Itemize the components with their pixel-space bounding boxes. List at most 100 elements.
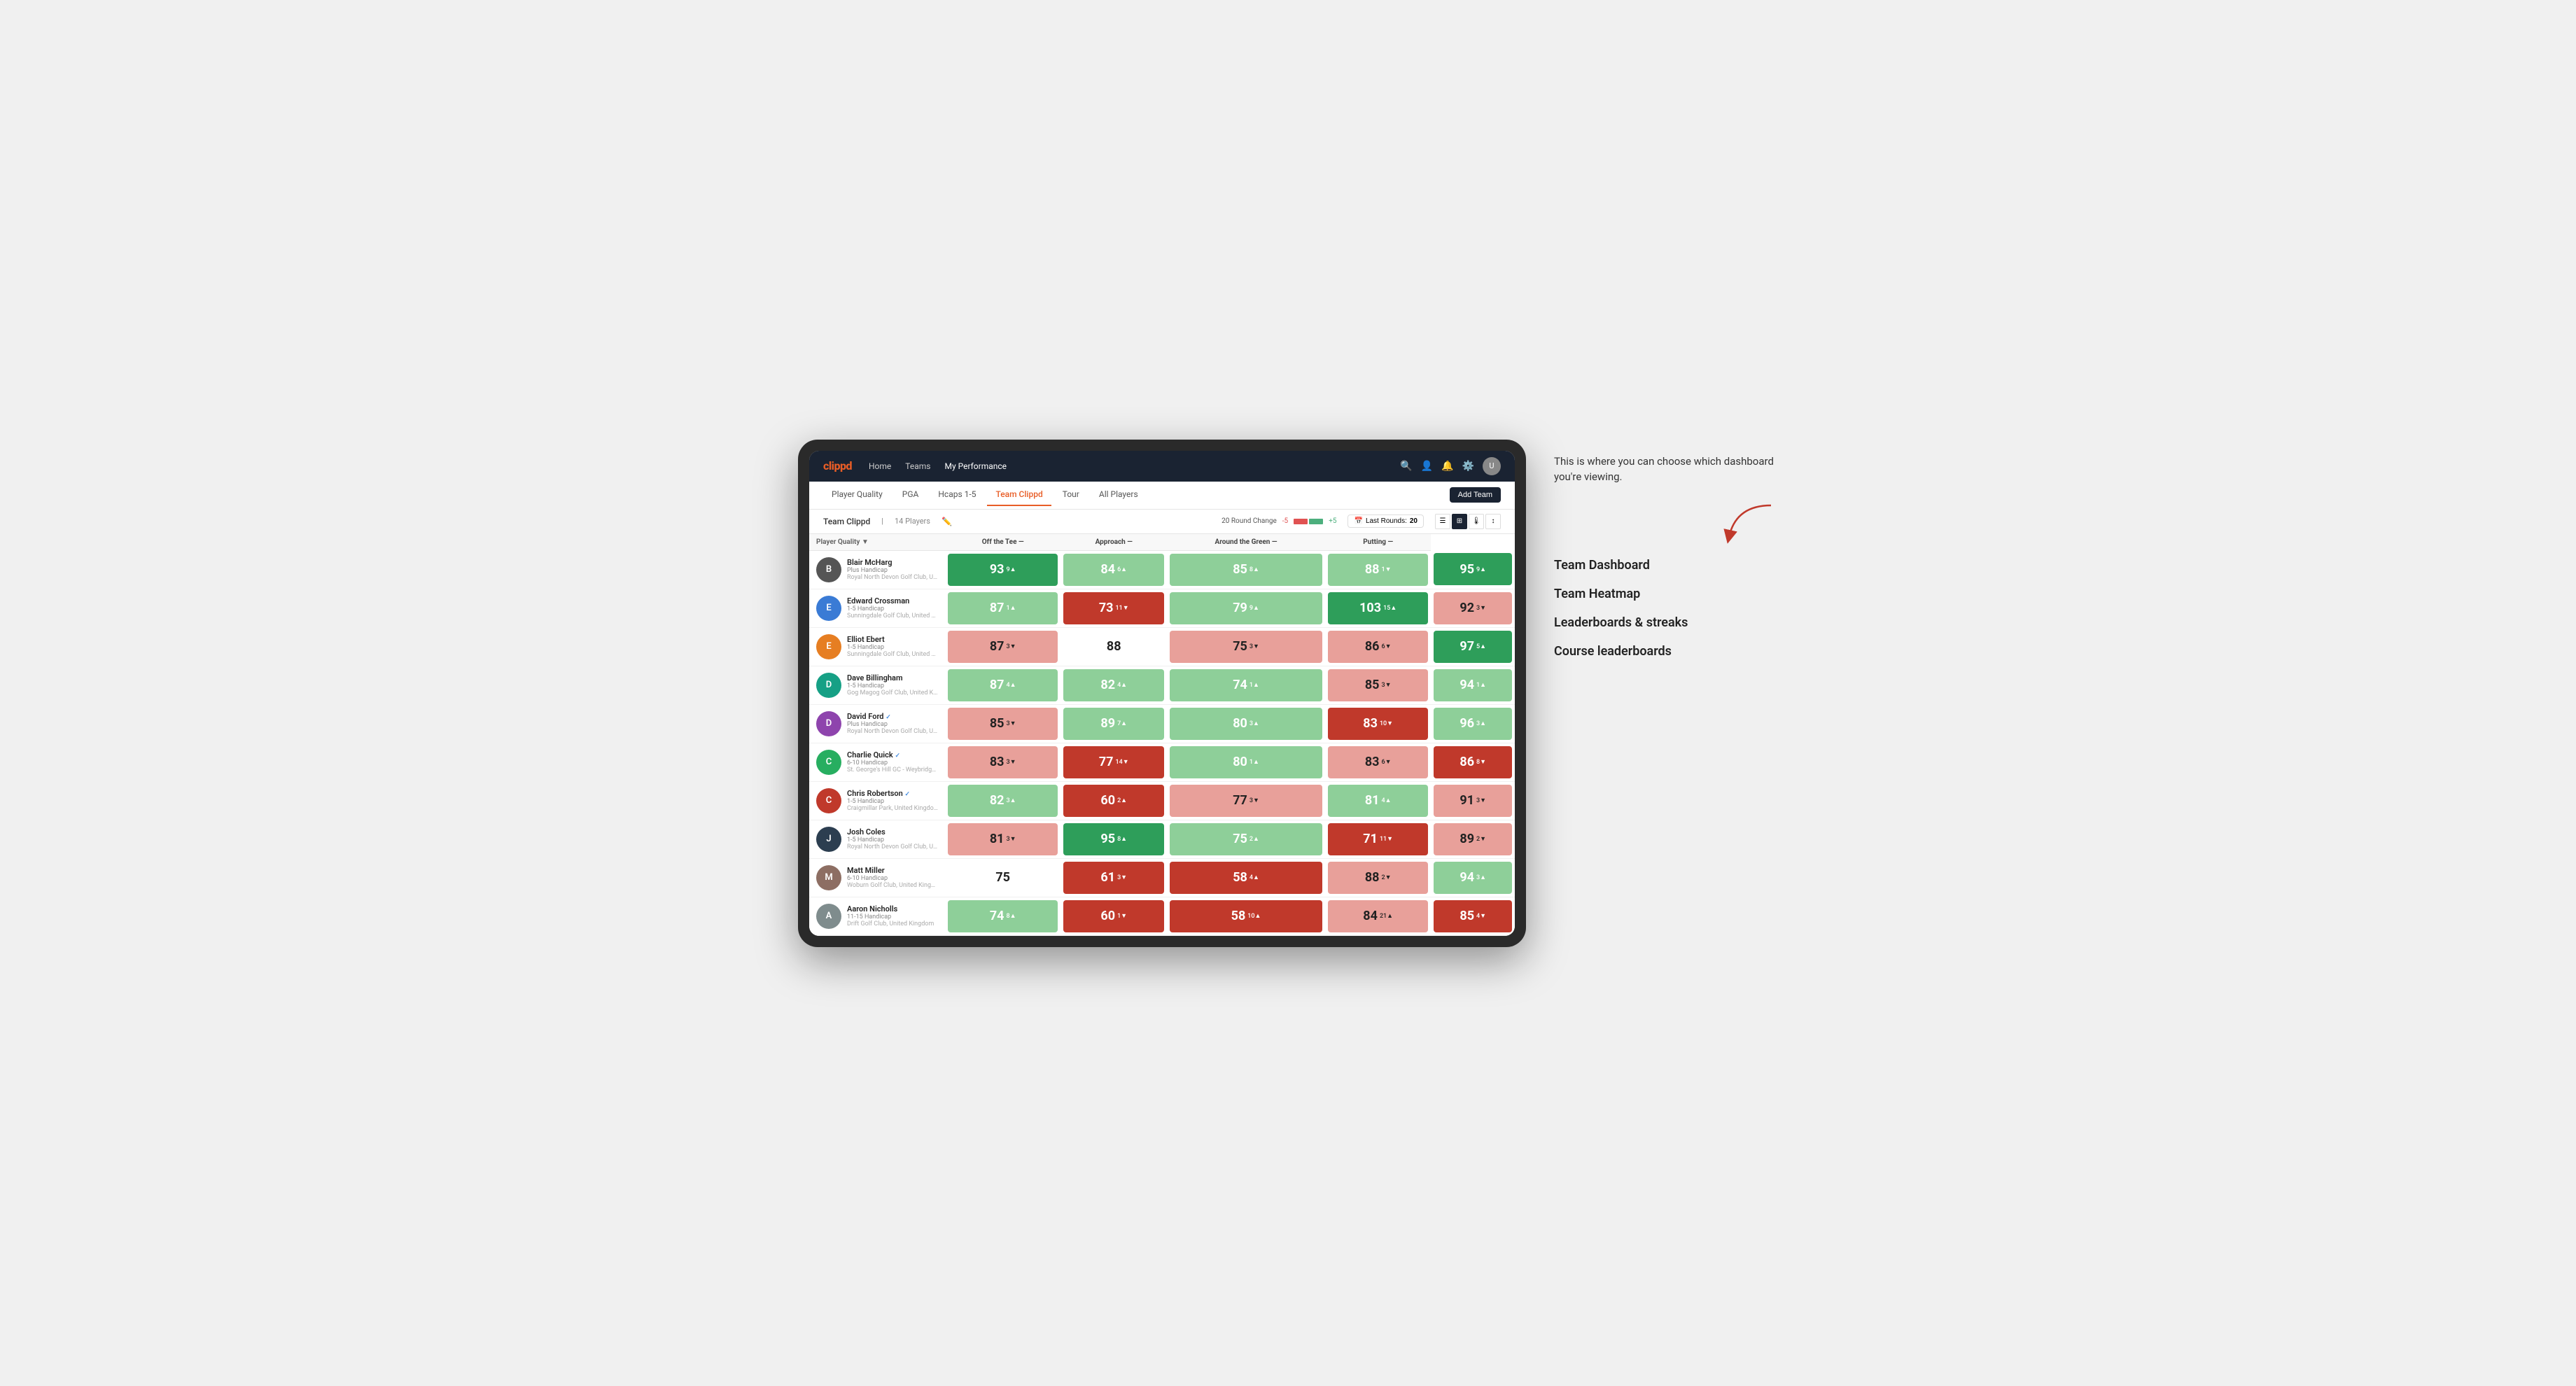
player-handicap: 1-5 Handicap (847, 798, 938, 805)
score-box: 86 8▼ (1434, 746, 1512, 778)
search-icon[interactable]: 🔍 (1400, 461, 1412, 472)
table-row[interactable]: D Dave Billingham 1-5 Handicap Gog Magog… (809, 666, 1515, 704)
player-club: Drift Golf Club, United Kingdom (847, 920, 934, 927)
score-cell-off-tee: 61 3▼ (1060, 858, 1167, 897)
score-box: 88 2▼ (1328, 862, 1429, 894)
tab-team-clippd[interactable]: Team Clippd (987, 484, 1051, 506)
tab-pga[interactable]: PGA (894, 484, 927, 506)
score-cell-approach: 80 3▲ (1167, 704, 1325, 743)
nav-link-teams[interactable]: Teams (905, 458, 930, 474)
score-value: 92 (1460, 601, 1474, 615)
score-value: 77 (1233, 793, 1247, 808)
score-cell-approach: 85 8▲ (1167, 550, 1325, 589)
tab-hcaps[interactable]: Hcaps 1-5 (930, 484, 984, 506)
nav-link-performance[interactable]: My Performance (944, 458, 1007, 474)
calendar-icon: 📅 (1354, 517, 1362, 525)
view-sort-button[interactable]: ↕ (1485, 514, 1501, 529)
score-box: 97 5▲ (1434, 631, 1512, 663)
score-cell-putting: 94 1▲ (1431, 666, 1515, 704)
col-around-green: Around the Green — (1167, 534, 1325, 551)
score-change: 3▼ (1381, 681, 1391, 689)
score-change: 2▼ (1381, 874, 1391, 881)
score-cell-player-quality: 81 3▼ (945, 820, 1060, 858)
score-cell-player-quality: 87 4▲ (945, 666, 1060, 704)
user-avatar[interactable]: U (1483, 457, 1501, 475)
player-avatar: C (816, 788, 841, 813)
score-box: 95 9▲ (1434, 553, 1512, 585)
table-row[interactable]: B Blair McHarg Plus Handicap Royal North… (809, 550, 1515, 589)
col-putting: Putting — (1325, 534, 1432, 551)
view-grid-button[interactable]: ⊞ (1452, 514, 1467, 529)
score-value: 83 (1365, 755, 1380, 769)
score-value: 89 (1460, 832, 1474, 846)
score-value: 74 (990, 909, 1004, 923)
score-value: 87 (990, 639, 1004, 654)
score-box: 61 3▼ (1063, 862, 1164, 894)
score-cell-around-green: 103 15▲ (1325, 589, 1432, 627)
player-name: Edward Crossman (847, 596, 938, 606)
table-row[interactable]: E Elliot Ebert 1-5 Handicap Sunningdale … (809, 627, 1515, 666)
score-cell-approach: 77 3▼ (1167, 781, 1325, 820)
score-cell-putting: 95 9▲ (1431, 550, 1515, 589)
score-change: 2▲ (1250, 835, 1259, 843)
score-cell-putting: 85 4▼ (1431, 897, 1515, 935)
table-row[interactable]: A Aaron Nicholls 11-15 Handicap Drift Go… (809, 897, 1515, 935)
player-club: Royal North Devon Golf Club, United King… (847, 574, 938, 581)
score-box: 84 6▲ (1063, 554, 1164, 586)
score-box: 75 3▼ (1170, 631, 1322, 663)
player-cell-6: C Chris Robertson ✓ 1-5 Handicap Craigmi… (809, 781, 945, 820)
last-rounds-button[interactable]: 📅 Last Rounds: 20 (1348, 514, 1424, 528)
player-name: Dave Billingham (847, 673, 938, 682)
tab-tour[interactable]: Tour (1054, 484, 1088, 506)
score-cell-around-green: 88 1▼ (1325, 550, 1432, 589)
player-handicap: 1-5 Handicap (847, 644, 938, 651)
view-list-button[interactable]: ☰ (1435, 514, 1450, 529)
table-row[interactable]: C Charlie Quick ✓ 6-10 Handicap St. Geor… (809, 743, 1515, 781)
player-cell-9: A Aaron Nicholls 11-15 Handicap Drift Go… (809, 897, 945, 935)
score-value: 85 (990, 716, 1004, 731)
player-cell-1: E Edward Crossman 1-5 Handicap Sunningda… (809, 589, 945, 627)
score-box: 95 8▲ (1063, 823, 1164, 855)
score-cell-player-quality: 85 3▼ (945, 704, 1060, 743)
score-box: 83 10▼ (1328, 708, 1429, 740)
player-avatar: E (816, 596, 841, 621)
tab-all-players[interactable]: All Players (1091, 484, 1147, 506)
score-change: 9▲ (1476, 566, 1486, 573)
annotation-panel: This is where you can choose which dashb… (1554, 440, 1778, 673)
table-row[interactable]: C Chris Robertson ✓ 1-5 Handicap Craigmi… (809, 781, 1515, 820)
player-info: Dave Billingham 1-5 Handicap Gog Magog G… (847, 673, 938, 696)
bell-icon[interactable]: 🔔 (1441, 461, 1453, 472)
score-cell-off-tee: 84 6▲ (1060, 550, 1167, 589)
pos-bar (1309, 519, 1323, 524)
score-box: 94 1▲ (1434, 669, 1512, 701)
score-cell-putting: 86 8▼ (1431, 743, 1515, 781)
score-box: 82 3▲ (948, 785, 1058, 817)
nav-link-home[interactable]: Home (869, 458, 891, 474)
table-row[interactable]: M Matt Miller 6-10 Handicap Woburn Golf … (809, 858, 1515, 897)
settings-icon[interactable]: ⚙️ (1462, 461, 1474, 472)
add-team-button[interactable]: Add Team (1450, 487, 1501, 503)
score-box: 58 10▲ (1170, 900, 1322, 932)
score-box: 60 2▲ (1063, 785, 1164, 817)
edit-icon[interactable]: ✏️ (941, 517, 952, 526)
table-row[interactable]: D David Ford ✓ Plus Handicap Royal North… (809, 704, 1515, 743)
table-row[interactable]: E Edward Crossman 1-5 Handicap Sunningda… (809, 589, 1515, 627)
player-info: Chris Robertson ✓ 1-5 Handicap Craigmill… (847, 789, 938, 812)
player-cell-3: D Dave Billingham 1-5 Handicap Gog Magog… (809, 666, 945, 704)
option-leaderboards: Leaderboards & streaks (1554, 615, 1778, 630)
tab-pgat-players[interactable]: Player Quality (823, 484, 891, 506)
score-value: 95 (1460, 562, 1474, 577)
player-avatar: D (816, 673, 841, 698)
score-cell-putting: 92 3▼ (1431, 589, 1515, 627)
player-info: Matt Miller 6-10 Handicap Woburn Golf Cl… (847, 866, 938, 889)
table-row[interactable]: J Josh Coles 1-5 Handicap Royal North De… (809, 820, 1515, 858)
score-box: 80 3▲ (1170, 708, 1322, 740)
score-value: 84 (1363, 909, 1378, 923)
profile-icon[interactable]: 👤 (1421, 461, 1433, 472)
view-heatmap-button[interactable]: 🌡 (1469, 514, 1484, 529)
score-value: 81 (990, 832, 1004, 846)
score-change: 3▲ (1007, 797, 1016, 804)
score-box: 85 3▼ (1328, 669, 1429, 701)
score-value: 96 (1460, 716, 1474, 731)
player-info: Blair McHarg Plus Handicap Royal North D… (847, 558, 938, 581)
